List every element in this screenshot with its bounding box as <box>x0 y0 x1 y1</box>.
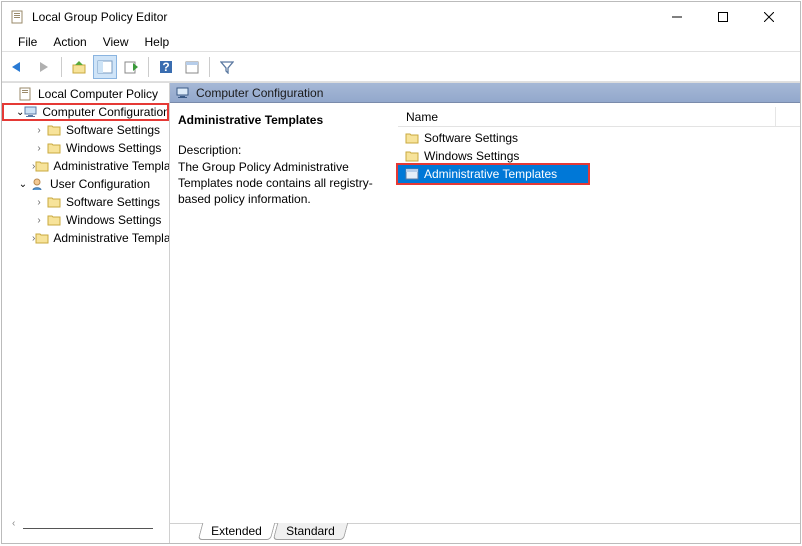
list-item-label: Software Settings <box>424 131 518 145</box>
forward-button[interactable] <box>32 55 56 79</box>
svg-text:?: ? <box>162 60 169 74</box>
collapse-icon[interactable]: ⌄ <box>16 179 30 190</box>
list-column: Name Software Settings Windows Settings <box>398 103 800 523</box>
close-button[interactable] <box>746 2 792 32</box>
folder-icon <box>404 130 420 146</box>
tree-user-software-settings[interactable]: › Software Settings <box>2 193 169 211</box>
tree-scrollbar-area: ‹ <box>2 509 169 543</box>
expand-icon[interactable]: › <box>32 125 46 136</box>
toolbar-separator-2 <box>148 57 149 77</box>
collapse-icon[interactable]: ⌄ <box>16 107 24 118</box>
expand-icon[interactable]: › <box>32 197 46 208</box>
list-item-software-settings[interactable]: Software Settings <box>398 129 800 147</box>
tree-pane: Local Computer Policy ⌄ Computer Configu… <box>2 83 170 543</box>
folder-icon <box>35 158 49 174</box>
description-column: Administrative Templates Description: Th… <box>170 103 398 523</box>
horizontal-scrollbar[interactable] <box>23 528 153 529</box>
user-icon <box>30 176 46 192</box>
tree-user-admin-templates[interactable]: › Administrative Templates <box>2 229 169 247</box>
scroll-left-icon[interactable]: ‹ <box>12 518 15 529</box>
tree-label: Software Settings <box>64 194 162 210</box>
tree-computer-configuration[interactable]: ⌄ Computer Configuration <box>2 103 169 121</box>
show-hide-tree-button[interactable] <box>93 55 117 79</box>
menu-view[interactable]: View <box>95 33 137 51</box>
templates-icon <box>404 166 420 182</box>
filter-button[interactable] <box>215 55 239 79</box>
back-button[interactable] <box>6 55 30 79</box>
details-header: Computer Configuration <box>170 83 800 103</box>
policy-doc-icon <box>18 86 34 102</box>
tab-extended[interactable]: Extended <box>198 523 275 540</box>
tree-label: Windows Settings <box>64 140 163 156</box>
folder-icon <box>46 194 62 210</box>
list-item-windows-settings[interactable]: Windows Settings <box>398 147 800 165</box>
expand-icon[interactable]: › <box>32 143 46 154</box>
column-name[interactable]: Name <box>404 107 776 126</box>
description-label: Description: <box>178 143 387 157</box>
tree-windows-settings[interactable]: › Windows Settings <box>2 139 169 157</box>
folder-icon <box>404 148 420 164</box>
up-button[interactable] <box>67 55 91 79</box>
tree-software-settings[interactable]: › Software Settings <box>2 121 169 139</box>
details-pane: Computer Configuration Administrative Te… <box>170 83 800 543</box>
computer-icon <box>24 104 38 120</box>
titlebar: Local Group Policy Editor <box>2 2 800 32</box>
menu-help[interactable]: Help <box>137 33 178 51</box>
toolbar: ? <box>2 52 800 82</box>
menu-file[interactable]: File <box>10 33 45 51</box>
tree-label: Administrative Templates <box>51 158 169 174</box>
toolbar-separator-3 <box>209 57 210 77</box>
folder-icon <box>46 212 62 228</box>
description-text: The Group Policy Administrative Template… <box>178 159 387 208</box>
computer-icon <box>176 86 190 100</box>
tree-label: Administrative Templates <box>51 230 169 246</box>
help-button[interactable]: ? <box>154 55 178 79</box>
tree-label: Windows Settings <box>64 212 163 228</box>
folder-icon <box>46 140 62 156</box>
tree-label: Computer Configuration <box>40 104 169 120</box>
list-item-admin-templates[interactable]: Administrative Templates <box>398 165 588 183</box>
maximize-button[interactable] <box>700 2 746 32</box>
tree-root[interactable]: Local Computer Policy <box>2 85 169 103</box>
view-tabs: Extended Standard <box>170 523 800 543</box>
tree-root-label: Local Computer Policy <box>36 86 160 102</box>
menu-action[interactable]: Action <box>45 33 94 51</box>
properties-button[interactable] <box>180 55 204 79</box>
list-item-label: Windows Settings <box>424 149 519 163</box>
tree-user-windows-settings[interactable]: › Windows Settings <box>2 211 169 229</box>
details-header-label: Computer Configuration <box>196 86 323 100</box>
folder-icon <box>46 122 62 138</box>
window-title: Local Group Policy Editor <box>32 10 654 24</box>
toolbar-separator <box>61 57 62 77</box>
expand-icon[interactable]: › <box>32 215 46 226</box>
tree-admin-templates[interactable]: › Administrative Templates <box>2 157 169 175</box>
section-title: Administrative Templates <box>178 113 387 127</box>
export-list-button[interactable] <box>119 55 143 79</box>
folder-icon <box>35 230 49 246</box>
app-icon <box>10 9 26 25</box>
tree-label: Software Settings <box>64 122 162 138</box>
list-item-label: Administrative Templates <box>424 167 557 181</box>
list-header[interactable]: Name <box>398 103 800 127</box>
tree-user-configuration[interactable]: ⌄ User Configuration <box>2 175 169 193</box>
menubar: File Action View Help <box>2 32 800 52</box>
minimize-button[interactable] <box>654 2 700 32</box>
tree-label: User Configuration <box>48 176 152 192</box>
tab-standard[interactable]: Standard <box>272 523 347 540</box>
